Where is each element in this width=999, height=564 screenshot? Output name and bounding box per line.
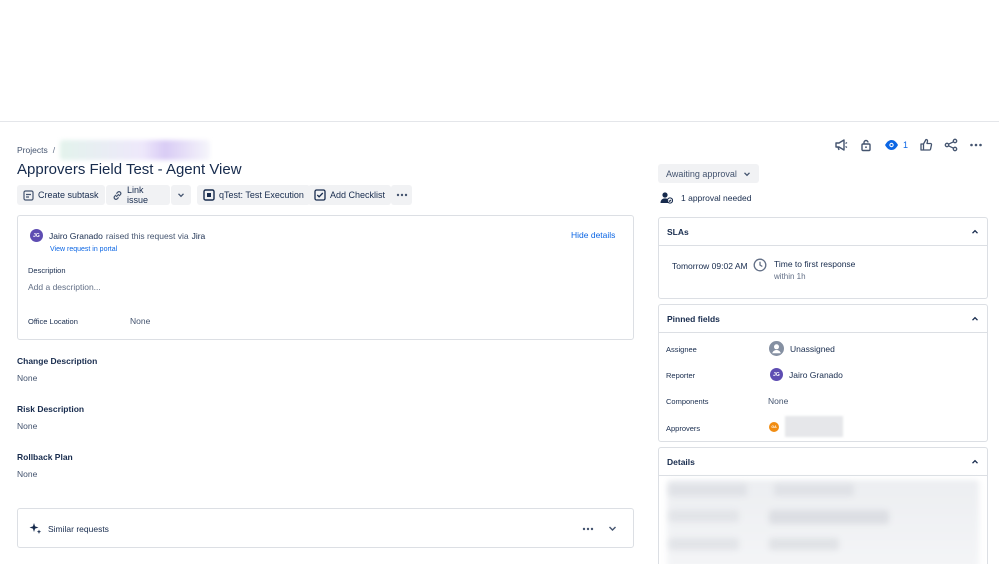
request-details-panel: JG Jairo Granado raised this request via…: [17, 215, 634, 340]
create-subtask-label: Create subtask: [38, 190, 99, 200]
view-request-in-portal-link[interactable]: View request in portal: [50, 246, 117, 253]
similar-requests-header: Similar requests: [29, 522, 109, 535]
office-location-label: Office Location: [28, 317, 78, 326]
qtest-icon: [203, 189, 215, 201]
sla-time: Tomorrow 09:02 AM: [672, 261, 748, 271]
pinned-fields-panel: Pinned fields Assignee Unassigned Report…: [658, 304, 988, 442]
chevron-down-icon: [177, 191, 185, 199]
reporter-label: Reporter: [666, 371, 696, 380]
approver-avatar: GA: [769, 421, 779, 432]
details-title: Details: [667, 456, 695, 467]
channel-text: Jira: [191, 230, 206, 241]
sla-goal: Time to first response: [774, 259, 856, 269]
more-actions-icon[interactable]: [969, 138, 983, 152]
risk-description-value[interactable]: None: [17, 421, 37, 431]
components-label: Components: [666, 397, 709, 406]
hide-details-button[interactable]: Hide details: [571, 230, 615, 240]
pinned-fields-header[interactable]: Pinned fields: [659, 305, 987, 333]
thumbs-up-icon[interactable]: [919, 138, 933, 152]
components-value[interactable]: None: [768, 396, 788, 406]
chevron-up-icon[interactable]: [971, 315, 979, 323]
link-issue-dropdown[interactable]: [171, 185, 191, 205]
link-issue-label: Link issue: [127, 185, 149, 205]
add-checklist-label: Add Checklist: [330, 190, 386, 200]
details-redacted-row: [669, 484, 747, 496]
subtask-icon: [23, 189, 34, 201]
rollback-plan-value[interactable]: None: [17, 469, 37, 479]
assignee-label: Assignee: [666, 345, 697, 354]
details-redacted-row: [769, 510, 889, 524]
link-issue-button[interactable]: Link issue: [106, 185, 170, 205]
office-location-value[interactable]: None: [130, 316, 150, 326]
breadcrumb-project-redacted[interactable]: [60, 140, 211, 160]
unassigned-avatar-icon: [769, 341, 784, 356]
details-panel: Details: [658, 447, 988, 564]
approver-person-icon: [660, 191, 673, 204]
avatar[interactable]: JG: [30, 229, 43, 242]
similar-chevron-down-icon[interactable]: [608, 524, 617, 533]
details-redacted-row: [669, 510, 739, 522]
header-actions: 1: [834, 138, 983, 152]
sla-within: within 1h: [774, 272, 806, 281]
status-label: Awaiting approval: [666, 168, 737, 179]
request-raised-line: JG Jairo Granado raised this request via…: [30, 229, 205, 242]
reporter-field[interactable]: JG Jairo Granado: [770, 368, 843, 381]
details-redacted-row: [669, 538, 739, 550]
similar-requests-panel[interactable]: Similar requests: [17, 508, 634, 548]
eye-icon: [884, 138, 899, 152]
chevron-up-icon[interactable]: [971, 228, 979, 236]
assignee-value: Unassigned: [790, 343, 835, 354]
status-chevron-down-icon: [743, 170, 751, 178]
slas-header[interactable]: SLAs: [659, 218, 987, 246]
slas-title: SLAs: [667, 226, 689, 237]
share-icon[interactable]: [944, 138, 958, 152]
details-redacted-row: [769, 538, 839, 550]
lock-icon[interactable]: [859, 138, 873, 152]
slas-panel: SLAs Tomorrow 09:02 AM Time to first res…: [658, 217, 988, 299]
checklist-icon: [314, 189, 326, 201]
approval-needed-text: 1 approval needed: [681, 192, 752, 203]
add-checklist-button[interactable]: Add Checklist: [308, 185, 392, 205]
similar-requests-label: Similar requests: [48, 523, 109, 534]
toolbar-more-button[interactable]: [391, 185, 412, 205]
breadcrumb-projects-link[interactable]: Projects: [17, 145, 48, 155]
risk-description-title: Risk Description: [17, 404, 85, 414]
qtest-button[interactable]: qTest: Test Execution: [197, 185, 310, 205]
status-dropdown[interactable]: Awaiting approval: [658, 164, 759, 183]
clock-icon: [753, 258, 767, 272]
assignee-field[interactable]: Unassigned: [769, 341, 835, 356]
link-icon: [112, 190, 123, 201]
rollback-plan-title: Rollback Plan: [17, 452, 73, 462]
create-subtask-button[interactable]: Create subtask: [17, 185, 105, 205]
approvers-label: Approvers: [666, 424, 701, 433]
breadcrumb-separator: /: [52, 145, 56, 155]
pinned-fields-title: Pinned fields: [667, 313, 720, 324]
details-header[interactable]: Details: [659, 448, 987, 476]
sparkle-icon: [29, 522, 42, 535]
qtest-label: qTest: Test Execution: [219, 190, 304, 200]
reporter-name[interactable]: Jairo Granado: [49, 231, 103, 241]
approvers-field[interactable]: GA: [769, 416, 843, 437]
raised-text: raised this request via: [105, 230, 189, 241]
reporter-value: Jairo Granado: [789, 369, 843, 380]
megaphone-icon[interactable]: [834, 138, 848, 152]
top-navigation-area: [0, 0, 999, 122]
similar-more-icon[interactable]: [582, 527, 594, 531]
watch-count: 1: [903, 140, 909, 150]
more-icon: [396, 193, 408, 197]
breadcrumb: Projects /: [17, 140, 211, 160]
reporter-avatar: JG: [770, 368, 783, 381]
approver-name-redacted: [785, 416, 843, 437]
chevron-up-icon[interactable]: [971, 458, 979, 466]
watch-button[interactable]: 1: [884, 138, 908, 152]
description-label: Description: [28, 266, 66, 275]
change-description-value[interactable]: None: [17, 373, 37, 383]
issue-title[interactable]: Approvers Field Test - Agent View: [17, 161, 242, 178]
change-description-title: Change Description: [17, 356, 98, 366]
approval-needed: 1 approval needed: [660, 191, 751, 204]
description-field[interactable]: Add a description...: [28, 282, 101, 292]
details-redacted-row: [774, 484, 854, 496]
